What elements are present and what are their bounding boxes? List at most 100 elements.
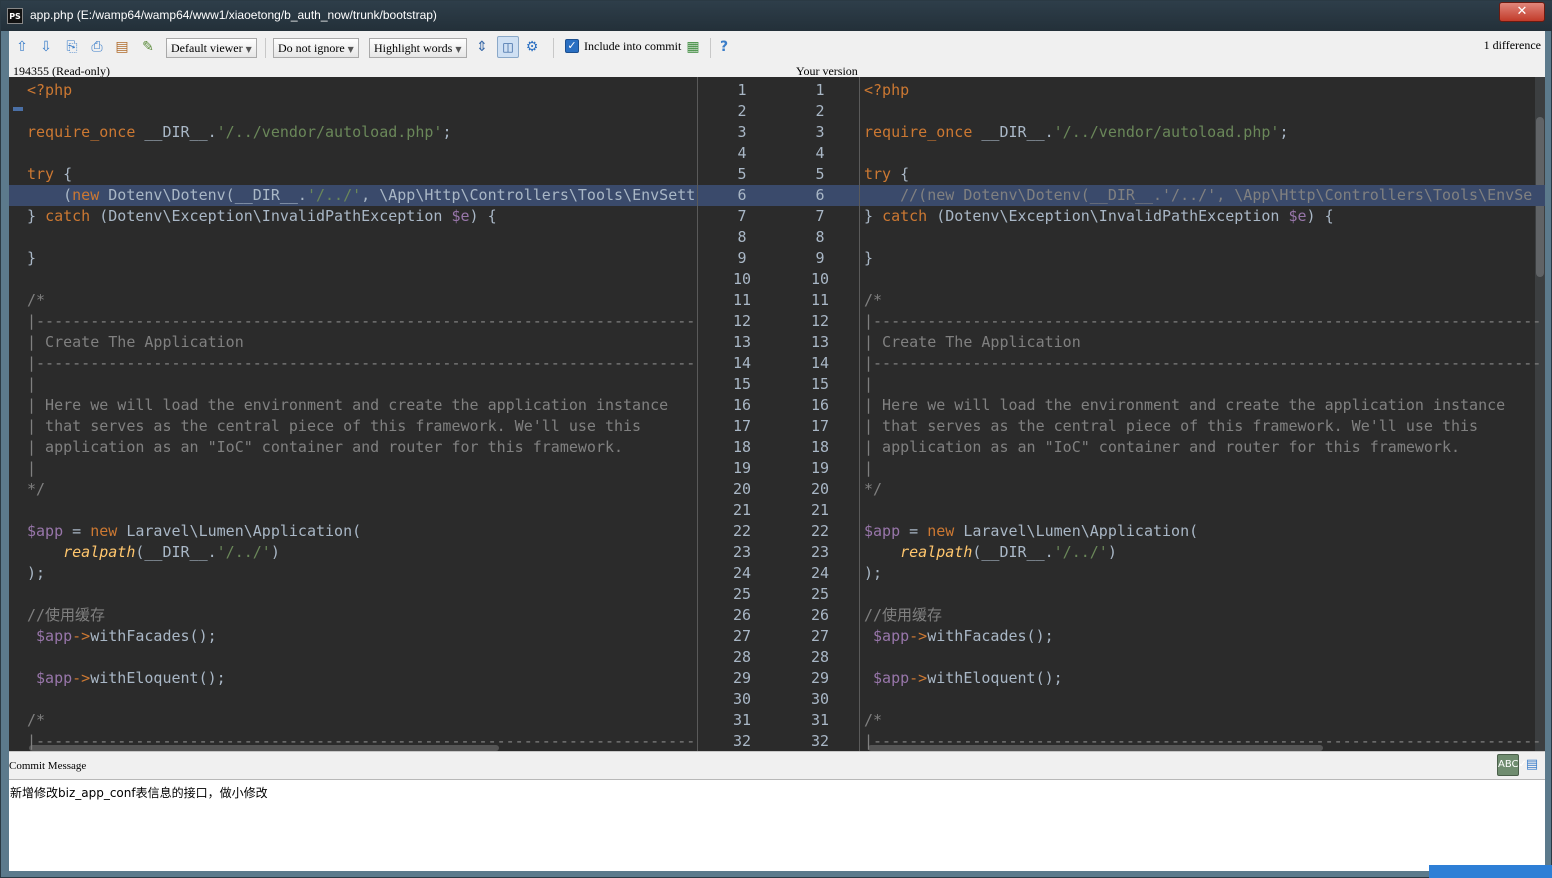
right-code-line[interactable]: | <box>860 374 1545 395</box>
gutter-row: 11 11 <box>698 290 859 311</box>
right-line-number: 29 <box>810 669 830 687</box>
right-code-line[interactable]: | <box>860 458 1545 479</box>
right-code-line[interactable]: require_once __DIR__.'/../vendor/autoloa… <box>860 122 1545 143</box>
right-code-line[interactable] <box>860 689 1545 710</box>
gutter-row: 14 14 <box>698 353 859 374</box>
left-code-line[interactable] <box>9 689 697 710</box>
right-code-line[interactable]: |---------------------------------------… <box>860 731 1545 751</box>
right-code-line[interactable] <box>860 500 1545 521</box>
left-code-line[interactable]: | that serves as the central piece of th… <box>9 416 697 437</box>
left-code-line[interactable]: $app->withFacades(); <box>9 626 697 647</box>
gutter-row: 16 16 <box>698 395 859 416</box>
left-code-line[interactable] <box>9 500 697 521</box>
next-file-icon[interactable]: ⎙ <box>88 38 106 56</box>
right-code-line[interactable]: //使用缓存 <box>860 605 1545 626</box>
right-code-line[interactable]: } catch (Dotenv\Exception\InvalidPathExc… <box>860 206 1545 227</box>
left-code-line[interactable] <box>9 143 697 164</box>
right-code-line[interactable] <box>860 143 1545 164</box>
viewer-dropdown[interactable]: Default viewer ▼ <box>166 38 257 58</box>
right-code-line[interactable]: | that serves as the central piece of th… <box>860 416 1545 437</box>
up-arrow-icon[interactable]: ⇧ <box>13 38 31 56</box>
left-line-number: 9 <box>737 249 747 267</box>
left-code-line[interactable]: /* <box>9 710 697 731</box>
right-code-line[interactable]: */ <box>860 479 1545 500</box>
left-code-line[interactable]: require_once __DIR__.'/../vendor/autoloa… <box>9 122 697 143</box>
side-by-side-icon[interactable]: ◫ <box>497 36 519 58</box>
spellcheck-icon[interactable]: ABC✓ <box>1497 754 1527 776</box>
left-code-line[interactable] <box>9 227 697 248</box>
right-code-line[interactable]: /* <box>860 710 1545 731</box>
right-line-number: 9 <box>815 249 825 267</box>
commit-message-input[interactable]: 新增修改biz_app_conf表信息的接口，做小修改 <box>9 779 1545 871</box>
commit-history-icon[interactable]: ▤ <box>1523 756 1541 774</box>
right-code-line[interactable]: | Create The Application <box>860 332 1545 353</box>
gutter-row: 88 <box>698 227 859 248</box>
right-code-line[interactable]: | application as an "IoC" container and … <box>860 437 1545 458</box>
left-code-line[interactable]: } catch (Dotenv\Exception\InvalidPathExc… <box>9 206 697 227</box>
left-code-line[interactable]: |---------------------------------------… <box>9 311 697 332</box>
left-code-line[interactable]: | Create The Application <box>9 332 697 353</box>
highlight-dropdown[interactable]: Highlight words ▼ <box>369 38 467 58</box>
right-code-line[interactable]: //(new Dotenv\Dotenv(__DIR__.'/../', \Ap… <box>860 185 1545 206</box>
down-arrow-icon[interactable]: ⇩ <box>37 38 55 56</box>
compare-icon[interactable]: ▤ <box>113 38 131 56</box>
right-code-line[interactable] <box>860 101 1545 122</box>
ignore-dropdown[interactable]: Do not ignore ▼ <box>273 38 359 58</box>
app-logo-icon: PS <box>7 8 23 24</box>
right-code-line[interactable]: try { <box>860 164 1545 185</box>
left-code-line[interactable]: |---------------------------------------… <box>9 731 697 751</box>
left-code-line[interactable] <box>9 584 697 605</box>
left-code-line[interactable]: <?php <box>9 80 697 101</box>
left-code-line[interactable]: | <box>9 458 697 479</box>
right-code-line[interactable] <box>860 647 1545 668</box>
right-code-line[interactable]: $app->withFacades(); <box>860 626 1545 647</box>
left-line-number: 16 <box>732 396 752 414</box>
close-button[interactable]: ✕ <box>1499 2 1545 22</box>
left-code-line[interactable]: try { <box>9 164 697 185</box>
left-code-line[interactable]: //使用缓存 <box>9 605 697 626</box>
left-editor-pane[interactable]: <?php require_once __DIR__.'/../vendor/au… <box>9 77 697 751</box>
right-editor-pane[interactable]: <?php require_once __DIR__.'/../vendor/au… <box>860 77 1545 751</box>
gutter-row: 32 32 <box>698 731 859 751</box>
left-code-line[interactable]: | application as an "IoC" container and … <box>9 437 697 458</box>
left-code-line[interactable]: } <box>9 248 697 269</box>
right-code-line[interactable]: } <box>860 248 1545 269</box>
right-code-line[interactable]: $app->withEloquent(); <box>860 668 1545 689</box>
left-code-line[interactable]: */ <box>9 479 697 500</box>
left-code-line[interactable]: $app->withEloquent(); <box>9 668 697 689</box>
left-code-line[interactable]: realpath(__DIR__.'/../') <box>9 542 697 563</box>
left-line-number: 20 <box>732 480 752 498</box>
right-code-line[interactable] <box>860 227 1545 248</box>
prev-file-icon[interactable]: ⎘ <box>63 38 81 56</box>
left-code-line[interactable]: | Here we will load the environment and … <box>9 395 697 416</box>
right-code-line[interactable] <box>860 269 1545 290</box>
help-icon[interactable]: ? <box>715 38 733 56</box>
left-code-line[interactable]: | <box>9 374 697 395</box>
right-code-line[interactable]: |---------------------------------------… <box>860 311 1545 332</box>
edit-source-icon[interactable]: ✎ <box>139 38 157 56</box>
left-code-line[interactable] <box>9 101 697 122</box>
left-code-line[interactable]: $app = new Laravel\Lumen\Application( <box>9 521 697 542</box>
right-code-line[interactable]: realpath(__DIR__.'/../') <box>860 542 1545 563</box>
right-code-line[interactable]: <?php <box>860 80 1545 101</box>
highlight-dropdown-label: Highlight words <box>374 41 453 55</box>
right-code-line[interactable] <box>860 584 1545 605</box>
right-code-line[interactable]: /* <box>860 290 1545 311</box>
gutter-row: 26 26 <box>698 605 859 626</box>
left-code-line[interactable]: ); <box>9 563 697 584</box>
right-code-line[interactable]: |---------------------------------------… <box>860 353 1545 374</box>
commit-changes-icon[interactable]: ▦ <box>684 38 702 56</box>
include-commit-checkbox[interactable]: ✓ <box>565 39 579 53</box>
settings-gear-icon[interactable]: ⚙ <box>523 38 541 56</box>
left-code-line[interactable]: |---------------------------------------… <box>9 353 697 374</box>
right-code-line[interactable]: $app = new Laravel\Lumen\Application( <box>860 521 1545 542</box>
left-code-line[interactable] <box>9 269 697 290</box>
left-code-line[interactable]: (new Dotenv\Dotenv(__DIR__.'/../', \App\… <box>9 185 697 206</box>
left-code-line[interactable] <box>9 647 697 668</box>
left-code-line[interactable]: /* <box>9 290 697 311</box>
right-code-line[interactable]: ); <box>860 563 1545 584</box>
left-line-number: 31 <box>732 711 752 729</box>
collapse-unchanged-icon[interactable]: ⇕ <box>473 38 491 56</box>
right-code-line[interactable]: | Here we will load the environment and … <box>860 395 1545 416</box>
right-line-number: 30 <box>810 690 830 708</box>
